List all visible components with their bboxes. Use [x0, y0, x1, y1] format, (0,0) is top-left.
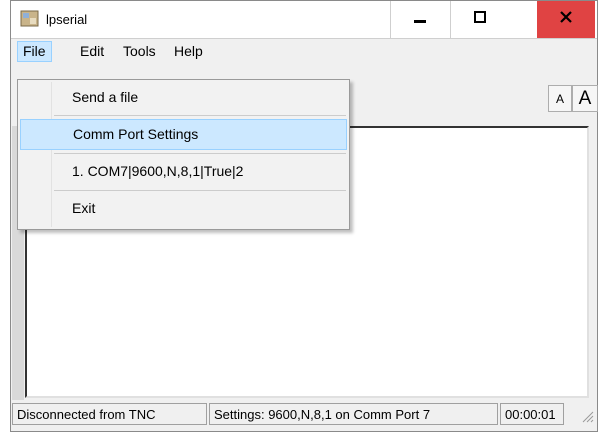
- font-smaller-button[interactable]: A: [548, 85, 572, 112]
- minimize-icon: [413, 10, 427, 29]
- status-timer: 00:00:01: [500, 403, 564, 425]
- menu-item-exit[interactable]: Exit: [20, 193, 347, 224]
- font-larger-button[interactable]: A: [572, 85, 598, 112]
- minimize-button[interactable]: [391, 1, 449, 38]
- menu-bar: File Edit Tools Help: [11, 39, 597, 64]
- resize-grip-icon[interactable]: [580, 409, 594, 426]
- menu-item-comm-port-settings[interactable]: Comm Port Settings: [20, 119, 347, 150]
- menu-edit[interactable]: Edit: [75, 41, 109, 62]
- close-icon: [559, 10, 573, 29]
- menu-item-recent-port[interactable]: 1. COM7|9600,N,8,1|True|2: [20, 156, 347, 187]
- menu-tools[interactable]: Tools: [118, 41, 161, 62]
- file-menu-dropdown: Send a file Comm Port Settings 1. COM7|9…: [17, 79, 350, 230]
- status-connection: Disconnected from TNC: [12, 403, 207, 425]
- maximize-icon: [473, 10, 487, 29]
- menu-file[interactable]: File: [17, 41, 52, 62]
- menu-separator: [54, 115, 346, 116]
- window-title: lpserial: [46, 12, 88, 27]
- menu-item-send-file[interactable]: Send a file: [20, 82, 347, 113]
- title-bar[interactable]: lpserial: [11, 1, 597, 39]
- menu-separator: [54, 190, 346, 191]
- menu-separator: [54, 153, 346, 154]
- status-bar: Disconnected from TNC Settings: 9600,N,8…: [12, 403, 596, 427]
- status-settings: Settings: 9600,N,8,1 on Comm Port 7: [209, 403, 498, 425]
- maximize-button[interactable]: [451, 1, 509, 38]
- close-button[interactable]: [537, 1, 595, 38]
- menu-help[interactable]: Help: [169, 41, 208, 62]
- app-icon[interactable]: [20, 9, 40, 29]
